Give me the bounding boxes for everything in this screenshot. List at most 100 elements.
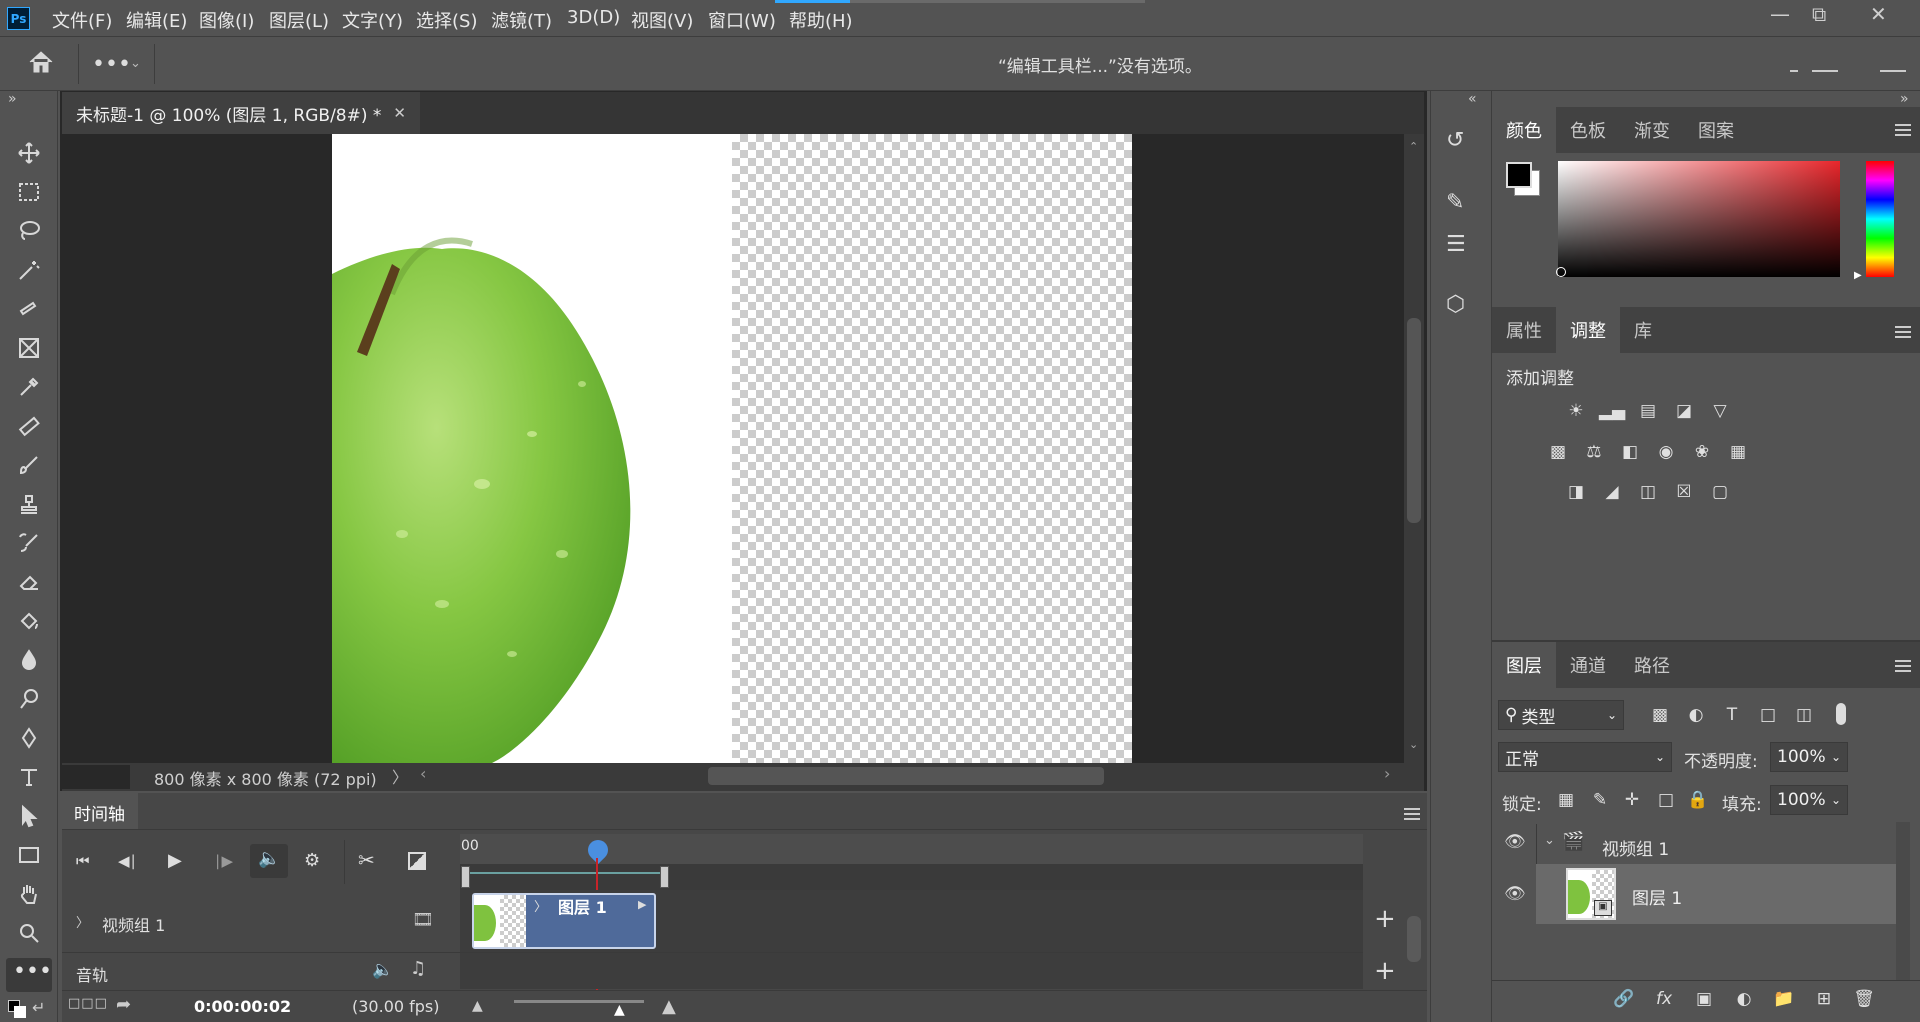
layers-scrollbar[interactable] (1896, 822, 1910, 982)
brush-tool-icon[interactable] (14, 450, 44, 480)
healing-brush-tool-icon[interactable] (14, 411, 44, 441)
filter-pixel-icon[interactable]: ▩ (1648, 704, 1672, 726)
color-lookup-icon[interactable]: ▦ (1726, 441, 1750, 463)
paint-bucket-tool-icon[interactable] (14, 606, 44, 636)
curves-icon[interactable]: ▤ (1636, 400, 1660, 422)
new-adjustment-layer-icon[interactable]: ◐ (1732, 988, 1756, 1010)
eraser-tool-icon[interactable] (14, 567, 44, 597)
scroll-right-icon[interactable]: › (1384, 764, 1390, 783)
render-video-icon[interactable]: ➦ (116, 994, 131, 1015)
filter-shape-icon[interactable]: □ (1756, 704, 1780, 726)
zoom-tool-icon[interactable] (14, 918, 44, 948)
photo-filter-icon[interactable]: ◉ (1654, 441, 1678, 463)
rectangle-tool-icon[interactable] (14, 840, 44, 870)
zoom-in-icon[interactable]: ▲ (662, 996, 676, 1017)
foreground-color-swatch[interactable] (1506, 162, 1532, 188)
document-tab[interactable]: 未标题-1 @ 100% (图层 1, RGB/8#) * ✕ (62, 92, 420, 134)
type-tool-icon[interactable] (14, 762, 44, 792)
zoom-out-icon[interactable]: ▲ (472, 998, 483, 1014)
audio-speaker-icon[interactable]: 🔈 (372, 960, 393, 980)
levels-icon[interactable]: ▂▄ (1599, 400, 1625, 422)
scissors-icon[interactable]: ✂ (358, 848, 375, 872)
lock-transparent-icon[interactable]: ▦ (1554, 789, 1578, 811)
horizontal-scroll-thumb[interactable] (708, 767, 1104, 785)
eyedropper-tool-icon[interactable] (14, 372, 44, 402)
settings-gear-icon[interactable]: ⚙ (304, 850, 320, 871)
collapse-dock-icon[interactable]: « (1468, 91, 1477, 107)
music-note-icon[interactable]: ♫ (410, 958, 426, 979)
more-tools-icon[interactable]: ••• (13, 959, 52, 984)
play-icon[interactable]: ▶ (168, 850, 182, 871)
go-to-first-frame-icon[interactable]: ⏮ (76, 852, 90, 870)
collapse-group-icon[interactable]: ⌄ (1544, 833, 1555, 848)
history-icon[interactable]: ↺ (1446, 128, 1464, 153)
color-panel-menu-icon[interactable] (1895, 124, 1911, 136)
blend-mode-select[interactable]: 正常 ⌄ (1498, 742, 1672, 772)
menu-edit[interactable]: 编辑(E) (122, 5, 191, 35)
menu-view[interactable]: 视图(V) (627, 5, 697, 35)
previous-frame-icon[interactable]: ◀∣ (118, 852, 137, 870)
timeline-menu-icon[interactable] (1404, 808, 1420, 820)
gradient-map-icon[interactable]: ▢ (1708, 481, 1732, 503)
layers-panel-menu-icon[interactable] (1895, 660, 1911, 672)
clone-stamp-tool-icon[interactable] (14, 489, 44, 519)
lasso-tool-icon[interactable] (14, 216, 44, 246)
chevron-right-icon[interactable]: 〉 (392, 764, 408, 788)
work-area-start-handle[interactable] (461, 866, 470, 888)
tab-swatches[interactable]: 色板 (1556, 107, 1620, 153)
lock-artboard-icon[interactable]: □ (1654, 789, 1678, 811)
tab-gradients[interactable]: 渐变 (1620, 107, 1684, 153)
film-strip-icon[interactable]: 🎞 (412, 910, 434, 930)
menu-image[interactable]: 图像(I) (195, 5, 258, 35)
expand-track-icon[interactable]: 〉 (76, 912, 89, 931)
tab-paths[interactable]: 路径 (1620, 642, 1684, 688)
background-color-swatch[interactable] (14, 1006, 26, 1018)
visibility-eye-icon[interactable]: 👁 (1504, 832, 1526, 852)
new-group-folder-icon[interactable]: 📁 (1772, 988, 1796, 1010)
frames-icon[interactable]: □□□ (68, 996, 108, 1011)
menu-type[interactable]: 文字(Y) (338, 5, 407, 35)
scroll-up-icon[interactable]: ⌃ (1409, 140, 1418, 153)
3d-cube-icon[interactable]: ⬡ (1446, 292, 1465, 317)
menu-select[interactable]: 选择(S) (412, 5, 481, 35)
invert-icon[interactable]: ◨ (1564, 481, 1588, 503)
lock-all-icon[interactable]: 🔒 (1686, 789, 1710, 811)
clip-expand-icon[interactable]: 〉 (534, 896, 547, 915)
tab-channels[interactable]: 通道 (1556, 642, 1620, 688)
filter-adjustment-icon[interactable]: ◐ (1684, 704, 1708, 726)
color-picker-cursor[interactable] (1556, 267, 1566, 277)
menu-layer[interactable]: 图层(L) (265, 5, 333, 35)
move-tool-icon[interactable] (14, 138, 44, 168)
tab-patterns[interactable]: 图案 (1684, 107, 1748, 153)
brightness-contrast-icon[interactable]: ☀ (1564, 400, 1588, 422)
adjust-panel-menu-icon[interactable] (1895, 326, 1911, 338)
marquee-tool-icon[interactable] (14, 177, 44, 207)
scroll-down-icon[interactable]: ⌄ (1409, 738, 1418, 751)
filter-smart-object-icon[interactable]: ◫ (1792, 704, 1816, 726)
vertical-scroll-thumb[interactable] (1407, 318, 1421, 523)
fill-input[interactable]: 100% ⌄ (1770, 785, 1848, 815)
brush-settings-icon[interactable]: ✎ (1446, 190, 1464, 215)
posterize-icon[interactable]: ◢ (1600, 481, 1624, 503)
clip-menu-icon[interactable]: ▶ (638, 898, 646, 911)
vibrance-icon[interactable]: ▽ (1708, 400, 1732, 422)
hue-slider[interactable] (1866, 161, 1894, 277)
menu-help[interactable]: 帮助(H) (785, 5, 857, 35)
magic-wand-tool-icon[interactable] (14, 255, 44, 285)
lock-position-icon[interactable]: ✛ (1620, 789, 1644, 811)
transition-icon[interactable] (408, 852, 426, 870)
black-white-icon[interactable]: ◧ (1618, 441, 1642, 463)
color-picker-field[interactable] (1558, 161, 1840, 277)
minimize-icon[interactable]: — (1770, 2, 1790, 26)
hand-tool-icon[interactable] (14, 879, 44, 909)
home-icon[interactable] (26, 48, 58, 78)
visibility-eye-icon[interactable]: 👁 (1504, 884, 1526, 904)
audio-track-lane[interactable] (460, 953, 1363, 989)
menu-file[interactable]: 文件(F) (48, 5, 116, 35)
hue-saturation-icon[interactable]: ▩ (1546, 441, 1570, 463)
next-frame-icon[interactable]: ∣▶ (214, 852, 233, 870)
selective-color-icon[interactable]: ☒ (1672, 481, 1696, 503)
blur-tool-icon[interactable] (14, 645, 44, 675)
close-tab-icon[interactable]: ✕ (393, 104, 406, 122)
hue-slider-handle[interactable]: ▶ (1854, 270, 1862, 281)
